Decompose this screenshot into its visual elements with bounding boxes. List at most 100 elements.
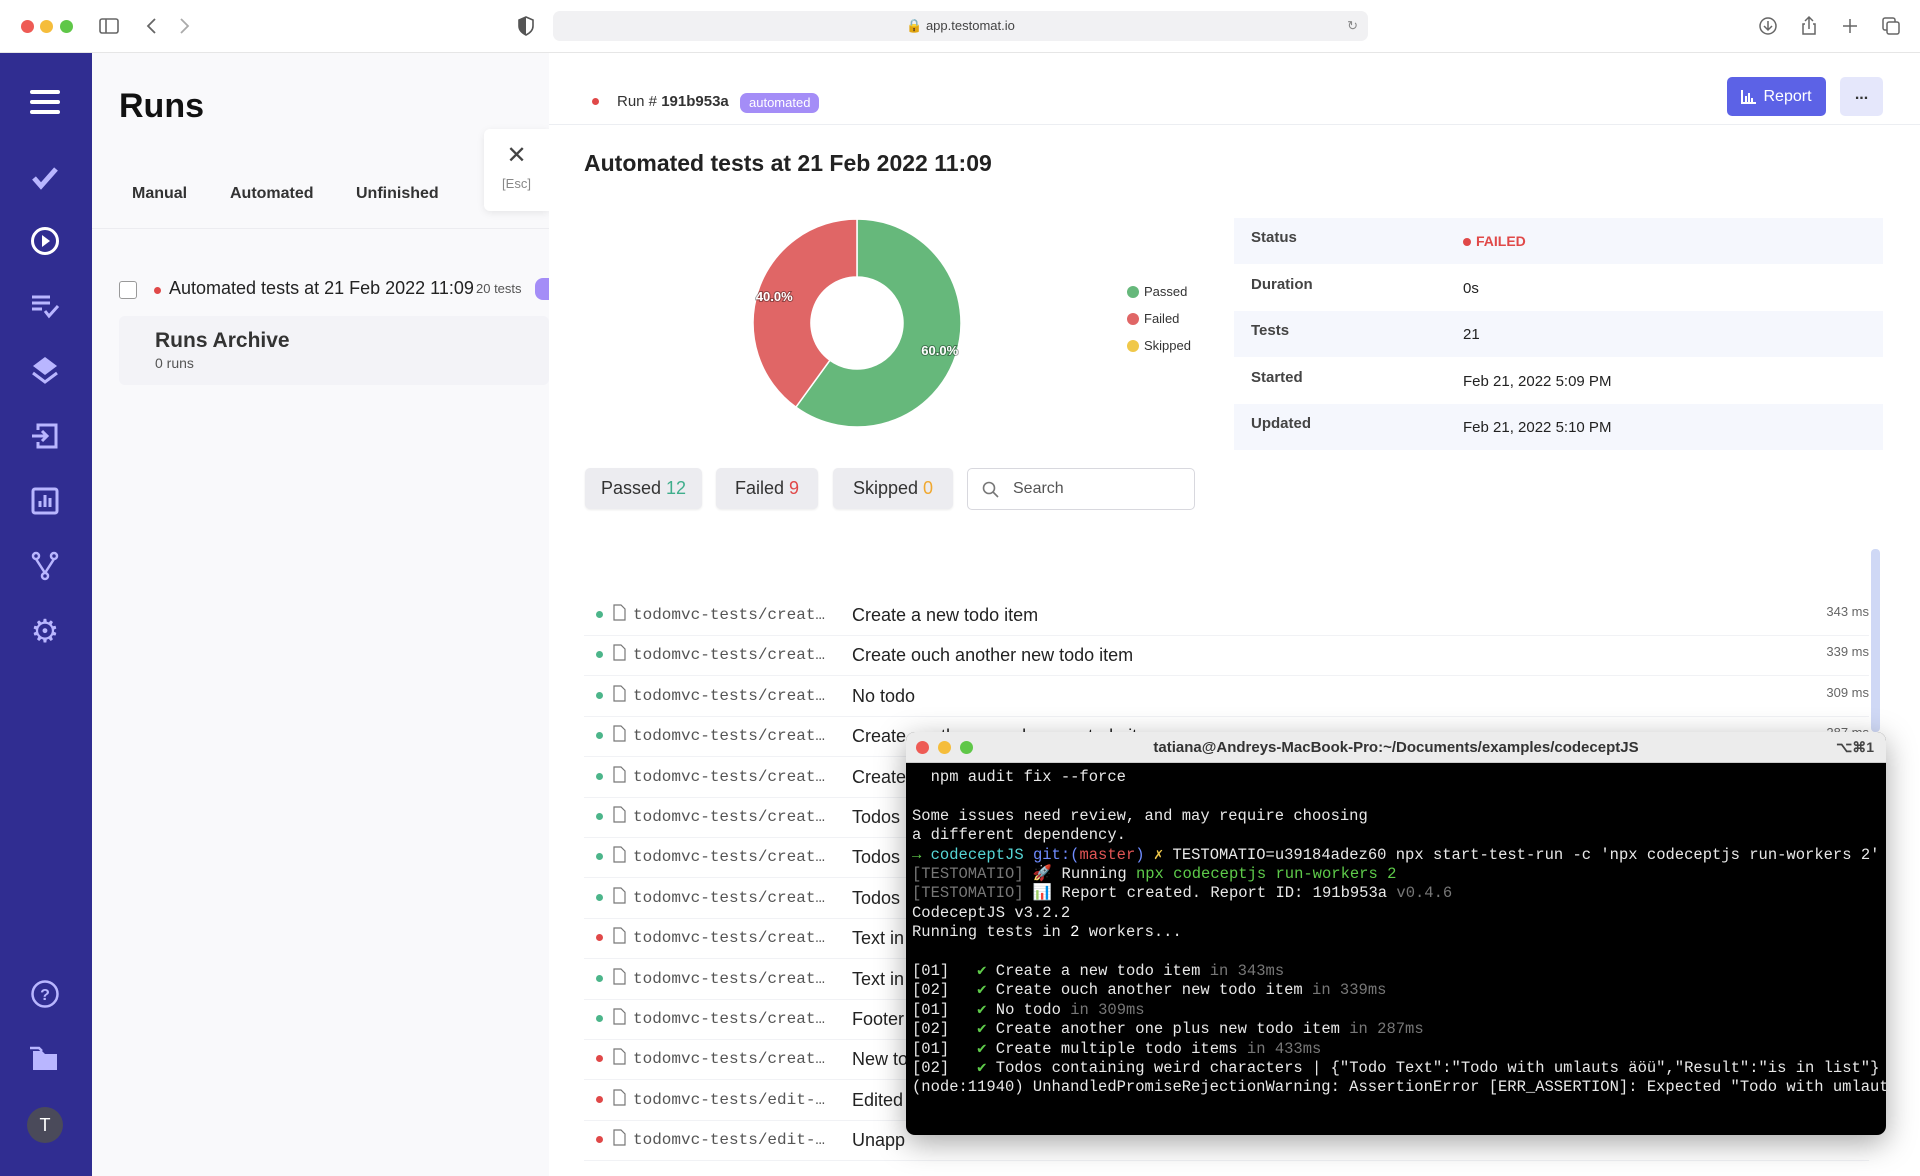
folder-icon[interactable] (28, 1042, 62, 1076)
filter-passed-button[interactable]: Passed 12 (585, 468, 702, 509)
settings-icon[interactable]: ⚙ (28, 613, 62, 649)
terminal-text: [02] (912, 1020, 978, 1039)
run-checkbox[interactable] (119, 281, 137, 299)
terminal-text: npx codeceptjs run-workers 2 (1135, 865, 1397, 884)
runs-archive[interactable]: Runs Archive 0 runs (119, 316, 549, 385)
search-input[interactable]: Search (967, 468, 1195, 510)
avatar[interactable]: T (27, 1107, 63, 1143)
layers-icon[interactable] (28, 353, 62, 387)
terminal-text: Create ouch another new todo item (995, 981, 1313, 1000)
reload-icon[interactable]: ↻ (1347, 11, 1358, 41)
terminal-text: in 343ms (1209, 962, 1285, 981)
legend-label: Failed (1144, 311, 1180, 326)
test-duration: 339 ms (1826, 644, 1869, 660)
terminal-text: master (1079, 845, 1136, 864)
esc-hint: [Esc] (502, 176, 531, 191)
download-icon[interactable] (1756, 14, 1780, 38)
maximize-window-icon[interactable] (60, 20, 73, 33)
info-row-tests: Tests 21 (1234, 311, 1883, 357)
file-icon (613, 1129, 626, 1151)
filter-failed-button[interactable]: Failed 9 (716, 468, 818, 509)
report-button[interactable]: Report (1727, 77, 1826, 116)
terminal-text: in 287ms (1349, 1020, 1424, 1039)
test-name: Text in (852, 968, 905, 989)
terminal-text: Create another one plus new todo item (995, 1020, 1350, 1039)
sidebar-toggle-icon[interactable] (97, 14, 121, 38)
back-icon[interactable] (140, 14, 164, 38)
share-icon[interactable] (1797, 14, 1821, 38)
status-dot (596, 732, 603, 740)
test-name: Footer (852, 1009, 905, 1029)
file-icon (613, 685, 626, 707)
terminal-text: CodeceptJS v3.2.2 (912, 903, 1071, 922)
terminal-line: → codeceptJS git:(master) ✗ TESTOMATIO=u… (912, 846, 1886, 865)
address-bar[interactable]: 🔒 app.testomat.io ↻ (553, 11, 1368, 41)
minimize-window-icon[interactable] (40, 20, 53, 33)
info-label: Started (1251, 368, 1303, 386)
terminal-line: [01] ✔ No todo in 309ms (912, 1001, 1886, 1020)
info-value: Feb 21, 2022 5:10 PM (1463, 419, 1612, 436)
test-file-path: todomvc-tests/creat… (633, 1050, 826, 1069)
legend-swatch (1127, 285, 1139, 298)
file-icon (613, 846, 626, 868)
filter-count: 0 (923, 478, 934, 498)
close-window-icon[interactable] (21, 20, 34, 33)
terminal-window[interactable]: tatiana@Andreys-MacBook-Pro:~/Documents/… (906, 732, 1886, 1135)
info-value: 21 (1463, 326, 1480, 343)
close-panel-button[interactable]: ✕ [Esc] (484, 129, 549, 211)
play-circle-icon[interactable] (28, 224, 62, 258)
file-icon (613, 1008, 626, 1030)
check-icon[interactable] (28, 161, 62, 195)
status-dot (596, 1055, 603, 1063)
analytics-icon[interactable] (28, 484, 62, 518)
checklist-icon[interactable] (28, 289, 62, 323)
new-tab-icon[interactable] (1838, 14, 1862, 38)
test-row[interactable]: todomvc-tests/creat… No todo 309 ms (584, 677, 1869, 717)
search-placeholder: Search (1013, 480, 1064, 497)
tabs-overview-icon[interactable] (1879, 14, 1903, 38)
file-icon (613, 1048, 626, 1070)
filter-label: Failed (734, 478, 784, 498)
legend-label: Skipped (1144, 338, 1191, 353)
tab-manual[interactable]: Manual (132, 185, 187, 203)
test-file-path: todomvc-tests/creat… (633, 646, 826, 665)
terminal-titlebar: tatiana@Andreys-MacBook-Pro:~/Documents/… (906, 732, 1886, 763)
test-row[interactable]: todomvc-tests/creat… Create ouch another … (584, 636, 1869, 677)
test-file-path: todomvc-tests/creat… (633, 1010, 826, 1028)
test-name: Edited (852, 1089, 904, 1110)
info-label: Status (1251, 229, 1297, 246)
info-value: 0s (1463, 279, 1479, 297)
shield-icon[interactable] (514, 14, 538, 38)
terminal-line: [02] ✔ Create ouch another new todo item… (912, 981, 1886, 1000)
forward-icon[interactable] (172, 14, 196, 38)
info-label: Tests (1251, 322, 1290, 339)
test-row[interactable]: todomvc-tests/creat… Create a new todo it… (584, 596, 1869, 636)
status-dot (154, 287, 161, 294)
status-dot (596, 651, 603, 659)
terminal-text: ✗ (1153, 845, 1173, 864)
branch-icon[interactable] (28, 549, 62, 583)
close-icon[interactable]: ✕ (484, 141, 549, 170)
terminal-text: git:( (1032, 845, 1080, 864)
test-name: Todos (852, 887, 901, 908)
tab-automated[interactable]: Automated (230, 185, 314, 203)
run-header: Run # 191b953a automated Report ... (549, 53, 1920, 125)
more-options-button[interactable]: ... (1840, 77, 1883, 116)
tab-unfinished[interactable]: Unfinished (356, 185, 439, 203)
terminal-text: ✔ (977, 1020, 996, 1039)
run-title: Automated tests at 21 Feb 2022 11:09 (584, 150, 992, 176)
import-icon[interactable] (28, 419, 62, 453)
status-dot (596, 1095, 603, 1103)
filter-count: 9 (789, 478, 800, 498)
test-list-scrollbar[interactable] (1871, 549, 1880, 732)
info-row-started: Started Feb 21, 2022 5:09 PM (1234, 358, 1883, 404)
terminal-line: [TESTOMATIO] 📊 Report created. Report ID… (912, 884, 1886, 903)
test-file-path: todomvc-tests/edit-… (633, 1090, 826, 1109)
status-dot (596, 1136, 603, 1144)
run-test-count: 20 tests (476, 281, 522, 296)
menu-icon[interactable] (28, 85, 62, 119)
terminal-output: npm audit fix --force Some issues need re… (912, 768, 1886, 1098)
help-icon[interactable]: ? (28, 977, 62, 1011)
status-dot (596, 853, 603, 861)
filter-skipped-button[interactable]: Skipped 0 (833, 468, 953, 509)
